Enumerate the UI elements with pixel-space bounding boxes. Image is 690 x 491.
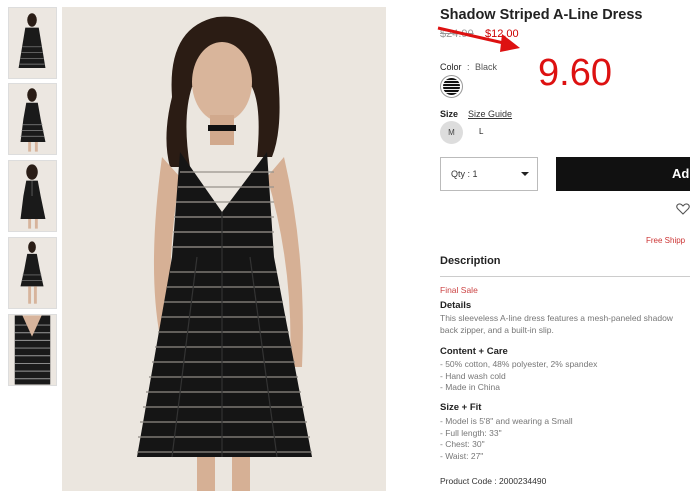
heart-icon[interactable] [676, 203, 690, 215]
quantity-select[interactable]: Qty : 1 [440, 157, 538, 191]
thumbnail-5[interactable] [8, 314, 57, 386]
size-fit-heading: Size + Fit [440, 402, 482, 413]
size-guide-link[interactable]: Size Guide [468, 109, 512, 119]
color-value: Black [475, 62, 498, 72]
thumbnail-3[interactable] [8, 160, 57, 232]
chevron-down-icon [521, 172, 529, 176]
content-care-heading: Content + Care [440, 346, 508, 357]
color-swatch-black[interactable] [440, 75, 463, 98]
description-heading[interactable]: Description [440, 255, 501, 267]
content-care-line: - Hand wash cold [440, 371, 506, 381]
color-separator: : [467, 62, 470, 72]
details-line: back zipper, and a built-in slip. [440, 325, 554, 335]
product-code: Product Code : 2000234490 [440, 476, 547, 486]
size-fit-line: - Full length: 33" [440, 428, 502, 438]
quantity-value: Qty : 1 [451, 169, 478, 179]
color-label: Color [440, 62, 462, 72]
description-divider [440, 276, 690, 277]
details-heading: Details [440, 300, 472, 311]
content-care-line: - Made in China [440, 382, 501, 392]
thumbnail-4[interactable] [8, 237, 57, 309]
size-option-l[interactable]: L [479, 127, 483, 136]
size-label: Size [440, 109, 459, 119]
thumbnail-1[interactable] [8, 7, 57, 79]
thumbnail-2[interactable] [8, 83, 57, 155]
content-care-line: - 50% cotton, 48% polyester, 2% spandex [440, 359, 598, 369]
size-fit-line: - Chest: 30" [440, 439, 485, 449]
size-option-m[interactable]: M [440, 121, 463, 144]
size-fit-line: - Waist: 27" [440, 451, 484, 461]
free-shipping-link[interactable]: Free Shipp [646, 236, 685, 245]
add-to-bag-button[interactable]: Ad [556, 157, 690, 191]
size-fit-line: - Model is 5'8" and wearing a Small [440, 416, 573, 426]
annotation-arrow-icon [437, 26, 520, 52]
annotation-price: 9.60 [538, 52, 612, 94]
product-main-image[interactable] [62, 7, 386, 491]
final-sale-label: Final Sale [440, 285, 478, 295]
details-line: This sleeveless A-line dress features a … [440, 313, 673, 323]
